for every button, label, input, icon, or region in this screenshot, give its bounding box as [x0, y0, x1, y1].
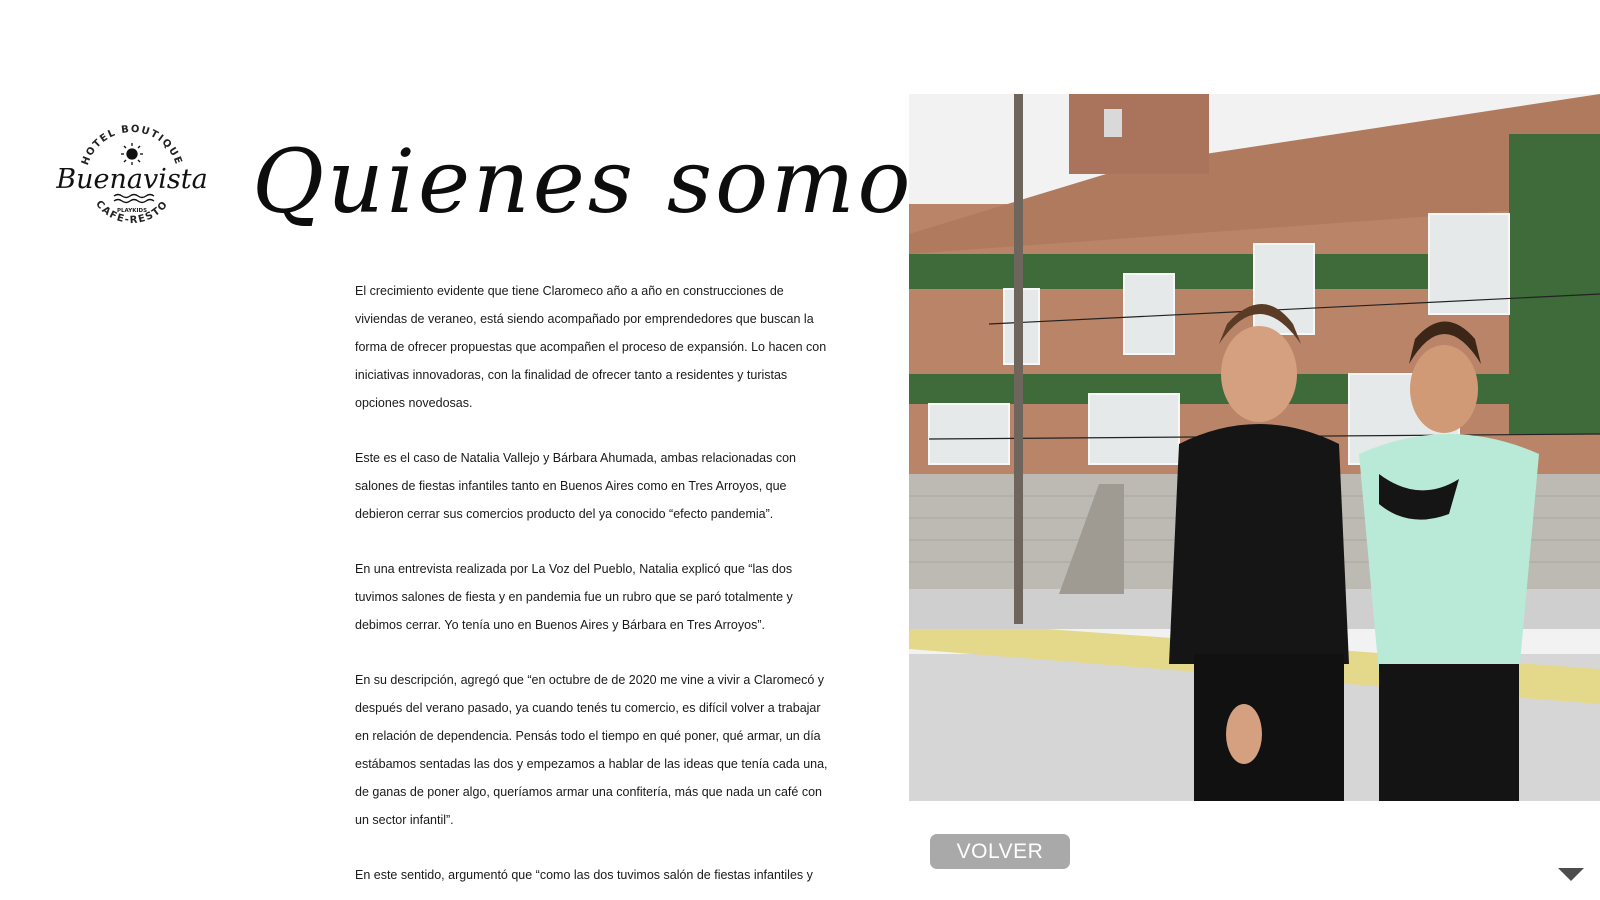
buenavista-logo-emblem: HOTEL BOUTIQUE Buenavista PLAYKIDS CAFE-…: [55, 124, 207, 226]
hotel-photo: [909, 94, 1600, 801]
article-paragraph-1: El crecimiento evidente que tiene Clarom…: [355, 284, 827, 410]
page-title: Quienes somos: [252, 130, 962, 233]
buenavista-logo[interactable]: HOTEL BOUTIQUE Buenavista PLAYKIDS CAFE-…: [52, 122, 212, 234]
wave-icon: [113, 193, 155, 204]
article-paragraph-5: En este sentido, argumentó que “como las…: [355, 868, 813, 900]
volver-button[interactable]: VOLVER: [930, 834, 1070, 869]
article-body: El crecimiento evidente que tiene Clarom…: [355, 277, 835, 900]
article-paragraph-2: Este es el caso de Natalia Vallejo y Bár…: [355, 451, 796, 521]
article-paragraph-3: En una entrevista realizada por La Voz d…: [355, 562, 793, 632]
article-paragraph-4: En su descripción, agregó que “en octubr…: [355, 673, 828, 827]
logo-small-text: PLAYKIDS: [117, 208, 147, 214]
logo-script-text: Buenavista: [55, 164, 207, 195]
sun-icon: [121, 143, 143, 165]
scroll-down-arrow-icon[interactable]: [1558, 868, 1584, 881]
photo-two-women-hotel-image: [909, 94, 1600, 801]
page: HOTEL BOUTIQUE Buenavista PLAYKIDS CAFE-…: [0, 0, 1600, 900]
